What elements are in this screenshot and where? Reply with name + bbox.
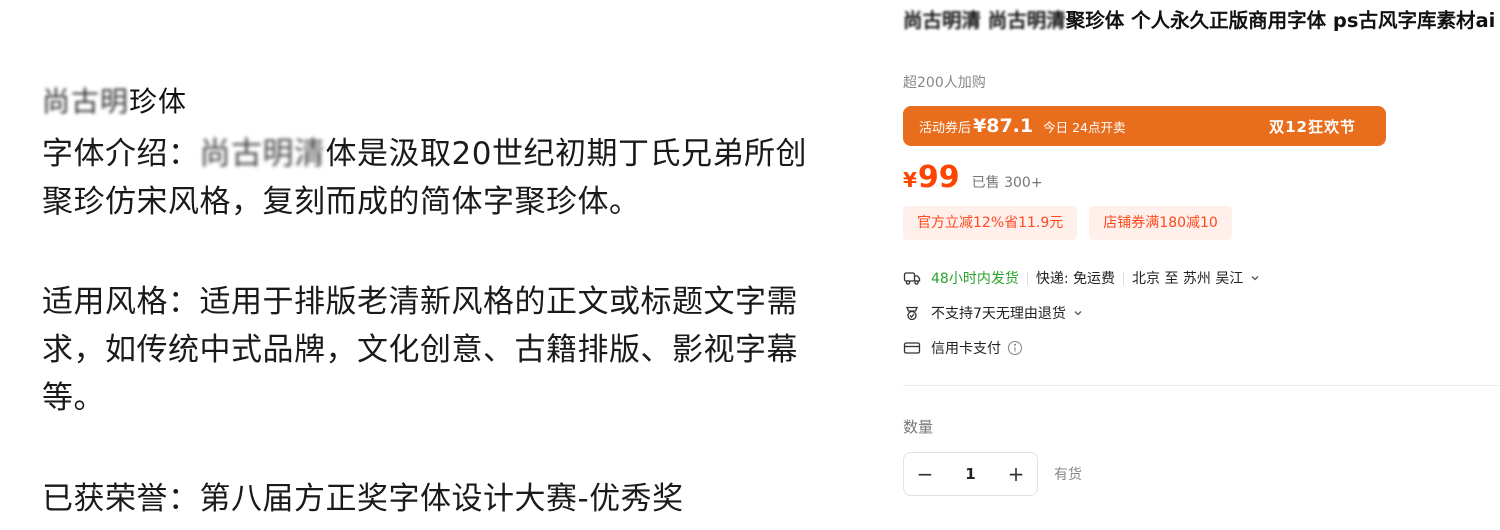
title-text: 聚珍体 个人永久正版商用字体 ps古风字库素材ai — [1065, 9, 1496, 32]
discount-tag-store-coupon[interactable]: 店铺券满180减10 — [1089, 206, 1232, 240]
shipping-fee: 快递: 免运费 — [1035, 271, 1115, 287]
honor-paragraph: 已获荣誉：第八届方正奖字体设计大赛-优秀奖 — [42, 481, 684, 517]
promo-price: ¥87.1 — [973, 115, 1034, 137]
return-icon — [906, 306, 918, 321]
title-blurred: 尚古明清 尚古明清 — [903, 9, 1066, 32]
info-icon[interactable] — [1007, 340, 1023, 356]
returns-text: 不支持7天无理由退货 — [931, 306, 1066, 322]
chevron-down-icon[interactable] — [1249, 272, 1261, 284]
credit-card-icon — [903, 342, 921, 354]
quantity-label: 数量 — [903, 418, 934, 436]
description-image: 尚古明珍体 字体介绍：尚古明清体是汲取20世纪初期丁氏兄弟所创聚珍仿宋风格，复刻… — [0, 0, 880, 530]
section-divider — [903, 385, 1500, 386]
truck-icon — [903, 272, 921, 285]
returns-row[interactable]: 不支持7天无理由退货 — [903, 303, 1084, 323]
font-name-suffix: 珍体 — [129, 85, 188, 118]
payment-row: 信用卡支付 — [903, 338, 1023, 358]
stock-status: 有货 — [1054, 467, 1082, 483]
payment-text: 信用卡支付 — [931, 341, 1001, 357]
price-value: 99 — [917, 160, 960, 195]
quantity-stepper: − 1 + — [903, 452, 1038, 496]
intro-label: 字体介绍： — [42, 136, 200, 172]
divider — [1123, 271, 1124, 285]
divider — [1026, 271, 1028, 285]
discount-tags: 官方立减12%省11.9元 店铺券满180减10 — [903, 206, 1232, 240]
shipping-route: 北京 至 苏州 吴江 — [1132, 271, 1244, 287]
promo-label: 活动券后 — [919, 120, 972, 136]
style-paragraph: 适用风格：适用于排版老清新风格的正文或标题文字需求，如传统中式品牌，文化创意、古… — [42, 284, 798, 416]
shipping-row[interactable]: 48小时内发货 快递: 免运费 北京 至 苏州 吴江 — [903, 268, 1261, 288]
product-panel: 尚古明清 尚古明清聚珍体 个人永久正版商用字体 ps古风字库素材ai 超200人… — [903, 0, 1500, 530]
shipping-time: 48小时内发货 — [931, 271, 1019, 287]
currency-symbol: ¥ — [903, 168, 917, 192]
discount-tag-official[interactable]: 官方立减12%省11.9元 — [903, 206, 1078, 240]
price-row: ¥ 99 已售 300+ — [903, 160, 1043, 195]
chevron-down-icon[interactable] — [1072, 307, 1084, 319]
font-name-heading: 尚古明珍体 — [42, 80, 187, 120]
promo-banner[interactable]: 活动券后 ¥87.1 今日 24点开卖 双12狂欢节 — [903, 106, 1386, 146]
increase-button[interactable]: + — [995, 453, 1037, 495]
decrease-button[interactable]: − — [904, 453, 946, 495]
product-title: 尚古明清 尚古明清聚珍体 个人永久正版商用字体 ps古风字库素材ai — [903, 6, 1498, 35]
buyers-count: 超200人加购 — [903, 75, 986, 91]
font-intro-paragraph: 字体介绍：尚古明清体是汲取20世纪初期丁氏兄弟所创聚珍仿宋风格，复刻而成的简体字… — [42, 130, 822, 226]
sold-count: 已售 300+ — [971, 175, 1043, 191]
blurred-font-name: 尚古明 — [42, 85, 130, 118]
festival-label: 双12狂欢节 — [1269, 118, 1356, 136]
promo-time: 今日 24点开卖 — [1043, 119, 1126, 135]
quantity-input[interactable]: 1 — [946, 465, 995, 483]
intro-blurred-name: 尚古明清 — [199, 136, 326, 172]
